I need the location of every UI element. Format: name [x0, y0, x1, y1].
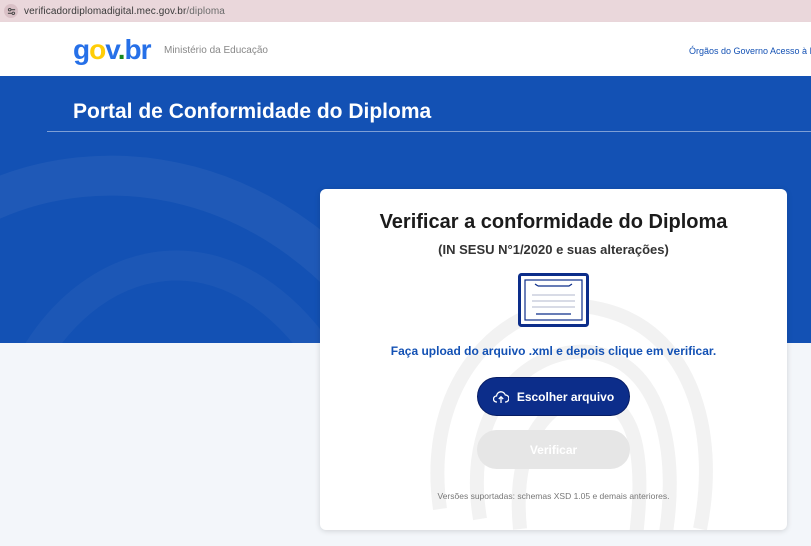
card-title: Verificar a conformidade do Diploma — [379, 211, 728, 233]
upload-cloud-icon — [492, 390, 509, 404]
site-header: gov.br Ministério da Educação Órgãos do … — [0, 22, 811, 76]
logo-letter: g — [73, 34, 90, 65]
address-bar[interactable]: verificadordiplomadigital.mec.gov.br/dip… — [0, 0, 811, 22]
url-text[interactable]: verificadordiplomadigital.mec.gov.br/dip… — [24, 6, 225, 17]
url-path: /diploma — [186, 5, 225, 17]
choose-file-button[interactable]: Escolher arquivo — [477, 377, 630, 416]
logo-letter: . — [117, 34, 126, 65]
logo-letter: b — [124, 34, 142, 65]
diploma-icon — [518, 273, 589, 327]
nav-acesso-informacao[interactable]: Acesso à In — [770, 46, 811, 56]
verify-button[interactable]: Verificar — [477, 430, 630, 469]
nav-orgaos-governo[interactable]: Órgãos do Governo — [689, 46, 768, 56]
title-divider — [47, 131, 811, 132]
logo-letter: o — [89, 34, 106, 65]
site-settings-icon[interactable] — [4, 4, 18, 18]
verify-card: Verificar a conformidade do Diploma (IN … — [320, 189, 787, 530]
logo-letter: v — [105, 34, 118, 65]
logo-letter: r — [140, 34, 152, 65]
supported-versions-note: Versões suportadas: schemas XSD 1.05 e d… — [437, 491, 670, 501]
card-subtitle: (IN SESU N°1/2020 e suas alterações) — [438, 242, 669, 257]
ministry-label: Ministério da Educação — [164, 45, 268, 56]
upload-instruction: Faça upload do arquivo .xml e depois cli… — [390, 344, 717, 358]
page-title: Portal de Conformidade do Diploma — [73, 100, 432, 123]
choose-file-label: Escolher arquivo — [516, 389, 615, 404]
govbr-logo[interactable]: gov.br — [73, 34, 152, 66]
url-host: verificadordiplomadigital.mec.gov.br — [24, 5, 187, 17]
